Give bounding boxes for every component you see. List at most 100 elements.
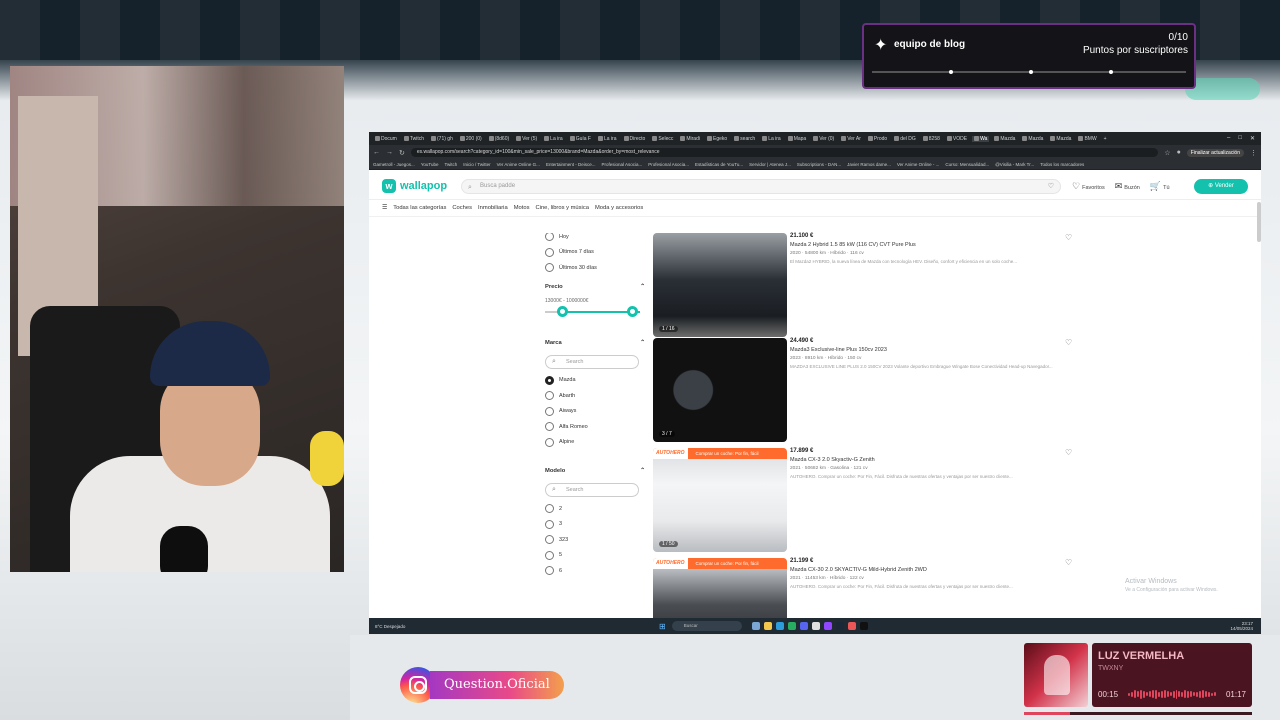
browser-tab[interactable]: Directo	[622, 136, 648, 142]
radio-button[interactable]	[545, 519, 554, 529]
model-option[interactable]: 6	[545, 563, 645, 579]
maximize-icon[interactable]: □	[1238, 135, 1242, 142]
windows-start-icon[interactable]: ⊞	[659, 622, 666, 631]
discord-icon[interactable]	[799, 622, 808, 630]
model-option[interactable]: 2	[545, 501, 645, 517]
browser-tab[interactable]: Mapa	[786, 136, 809, 142]
browser-tab[interactable]: Docum	[373, 136, 399, 142]
page-scrollbar[interactable]	[1257, 202, 1261, 242]
category-link[interactable]: Inmobiliaria	[478, 205, 508, 211]
browser-tab[interactable]: Ver (5)	[514, 136, 539, 142]
radio-button[interactable]	[545, 437, 554, 447]
reload-icon[interactable]: ↻	[399, 149, 405, 157]
weather-widget[interactable]: 8°C Despejado	[369, 624, 449, 629]
browser-tab[interactable]: del DG	[892, 136, 918, 142]
taskbar-clock[interactable]: 23:17 14/05/2024	[1230, 621, 1261, 631]
steam-icon[interactable]	[835, 622, 844, 630]
taskbar-search[interactable]: Buscar	[671, 621, 742, 631]
bookmark-item[interactable]: Entertainment - Deisce...	[546, 162, 596, 167]
browser-tab[interactable]: Mazda	[1048, 136, 1073, 142]
model-option[interactable]: 323	[545, 532, 645, 548]
close-icon[interactable]: ✕	[1250, 135, 1255, 142]
brand-search-input[interactable]: ⌕ Search	[545, 354, 639, 369]
listing-photo[interactable]: 3 / 7	[653, 338, 787, 442]
radio-button[interactable]	[545, 504, 554, 514]
spotify-icon[interactable]	[787, 622, 796, 630]
listing-title[interactable]: Mazda CX-3 2.0 Skyactiv-G Zenith	[790, 457, 1080, 463]
brand-option[interactable]: Alpine	[545, 435, 645, 451]
listing-photo[interactable]: 1 / 16	[653, 233, 787, 337]
radio-button[interactable]	[545, 247, 554, 257]
bookmark-item[interactable]: Estadísticas de YouTu...	[695, 162, 743, 167]
brand-filter-header[interactable]: Marca ⌃	[545, 340, 645, 352]
new-tab-icon[interactable]: +	[1102, 136, 1109, 142]
browser-tab[interactable]: La ira	[760, 136, 783, 142]
slider-min-handle[interactable]	[557, 305, 568, 317]
model-option[interactable]: 5	[545, 548, 645, 564]
listing-photo[interactable]: AUTOHERO Comprar un coche: Por fin, fácil…	[653, 448, 787, 552]
radio-button[interactable]	[545, 406, 554, 416]
bookmark-item[interactable]: Ver Anime Online - ...	[897, 162, 940, 167]
browser-tab[interactable]: Ver (0)	[811, 136, 836, 142]
listing-title[interactable]: Mazda3 Exclusive-line Plus 150cv 2023	[790, 347, 1080, 353]
url-field[interactable]: es.wallapop.com/search?category_id=100&m…	[410, 148, 1159, 157]
chrome-icon[interactable]	[811, 622, 820, 630]
bookmark-item[interactable]: Profesional Asocia...	[601, 162, 642, 167]
radio-button[interactable]	[545, 550, 554, 560]
brand-option[interactable]: Alfa Romeo	[545, 419, 645, 435]
favorite-heart-icon[interactable]: ♡	[1065, 233, 1072, 242]
model-option[interactable]: 3	[545, 517, 645, 533]
bookmark-item[interactable]: Gametroll - Juegos...	[373, 162, 415, 167]
wallapop-logo[interactable]: w wallapop	[382, 179, 447, 193]
bookmark-item[interactable]: Curso: Mensualidad...	[945, 162, 989, 167]
all-categories-link[interactable]: Todas las categorías	[393, 205, 446, 211]
browser-tab[interactable]: 200 (0)	[458, 136, 484, 142]
date-option[interactable]: Últimos 30 días	[545, 260, 645, 276]
obs-icon[interactable]	[847, 622, 856, 630]
favorite-heart-icon[interactable]: ♡	[1065, 558, 1072, 567]
brand-option[interactable]: Aiways	[545, 404, 645, 420]
browser-tab[interactable]: search	[732, 136, 757, 142]
radio-button[interactable]	[545, 375, 554, 385]
bookmark-item[interactable]: Twitch	[444, 162, 457, 167]
radio-button[interactable]	[545, 233, 554, 242]
menu-dots-icon[interactable]: ⋮	[1250, 149, 1257, 157]
date-option[interactable]: Últimos 7 días	[545, 245, 645, 261]
listing-card[interactable]: 1 / 16 21.100 € Mazda 2 Hybrid 1.5 85 kW (…	[653, 233, 1073, 337]
bookmark-item[interactable]: Inicio / Twitter	[463, 162, 490, 167]
bookmark-item[interactable]: Todos los marcadores	[1040, 162, 1084, 167]
category-link[interactable]: Motos	[514, 205, 530, 211]
twitch-icon[interactable]	[823, 622, 832, 630]
listing-title[interactable]: Mazda CX-30 2.0 SKYACTIV-G Mild-Hybrid Z…	[790, 567, 1080, 573]
favorite-heart-icon[interactable]: ♡	[1065, 338, 1072, 347]
profile-link[interactable]: 🛒 Tú	[1150, 181, 1170, 192]
sell-button[interactable]: ⊕ Vender	[1194, 179, 1248, 194]
browser-tab[interactable]: Ver Ar	[839, 136, 863, 142]
taskbar-app-icon[interactable]	[751, 622, 760, 630]
brand-option[interactable]: Mazda	[545, 373, 645, 389]
browser-tab[interactable]: VODE	[945, 136, 969, 142]
inbox-link[interactable]: ✉ Buzón	[1115, 181, 1140, 192]
listing-card[interactable]: 3 / 7 24.490 € Mazda3 Exclusive-line Plus …	[653, 338, 1073, 442]
bookmark-item[interactable]: YouTube	[421, 162, 439, 167]
bookmark-item[interactable]: Profesional Asocia...	[648, 162, 689, 167]
profile-avatar[interactable]: ●	[1177, 149, 1181, 156]
browser-tab[interactable]: 8258	[921, 136, 942, 142]
forward-icon[interactable]: →	[386, 149, 393, 156]
browser-tab[interactable]: Selecc	[650, 136, 675, 142]
category-link[interactable]: Coches	[452, 205, 472, 211]
browser-tab[interactable]: Miradi	[678, 136, 702, 142]
favorite-heart-icon[interactable]: ♡	[1065, 448, 1072, 457]
model-search-input[interactable]: ⌕ Search	[545, 483, 639, 497]
brand-option[interactable]: Abarth	[545, 388, 645, 404]
radio-button[interactable]	[545, 391, 554, 401]
model-filter-header[interactable]: Modelo ⌃	[545, 468, 645, 480]
browser-tab[interactable]: La ira	[596, 136, 619, 142]
bookmark-item[interactable]: @Visilia - Mark Tr...	[995, 162, 1034, 167]
saved-search-heart-icon[interactable]: ♡	[1048, 180, 1054, 193]
browser-tab[interactable]: La ira	[542, 136, 565, 142]
price-filter-header[interactable]: Precio ⌃	[545, 284, 645, 296]
edge-icon[interactable]	[775, 622, 784, 630]
bookmark-item[interactable]: Subscriptions - DAN...	[797, 162, 841, 167]
hamburger-icon[interactable]: ☰	[382, 205, 387, 211]
